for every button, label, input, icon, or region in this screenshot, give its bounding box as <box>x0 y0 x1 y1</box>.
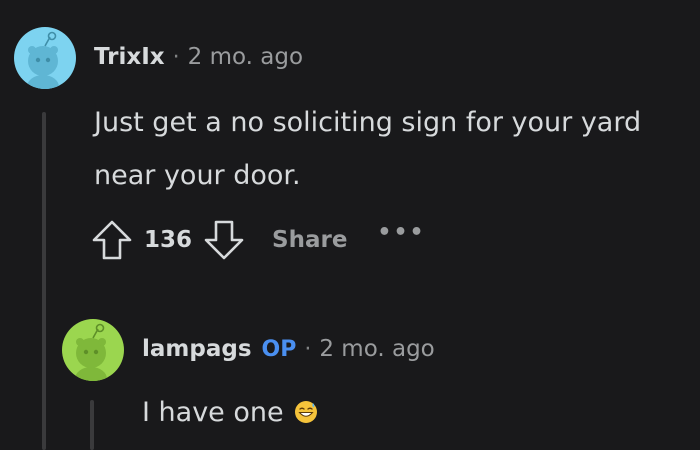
username-lampags[interactable]: lampags <box>142 336 252 362</box>
thread-line-comment-1[interactable] <box>42 112 46 450</box>
comment-1-body: Just get a no soliciting sign for your y… <box>94 96 641 202</box>
username-trixix[interactable]: TrixIx <box>94 44 165 70</box>
thread-line-comment-2[interactable] <box>90 400 94 450</box>
vote-score: 136 <box>144 227 193 253</box>
grinning-sweat-emoji-icon <box>294 389 318 423</box>
meta-separator: · <box>304 337 312 362</box>
upvote-arrow-icon[interactable] <box>90 218 134 262</box>
comment-1-actions: 136 Share ••• <box>90 218 426 262</box>
timestamp[interactable]: 2 mo. ago <box>319 336 434 362</box>
snoo-avatar-icon <box>62 319 124 381</box>
comment-1-body-line-2: near your door. <box>94 160 301 191</box>
comment-2-body-text: I have one <box>142 397 284 428</box>
op-badge: OP <box>261 337 297 362</box>
comment-2-body: I have one <box>142 386 318 439</box>
comment-1-meta: TrixIx · 2 mo. ago <box>94 44 303 70</box>
meta-separator: · <box>172 45 180 70</box>
comment-2-meta: lampags OP · 2 mo. ago <box>142 336 435 362</box>
snoo-avatar-icon <box>14 27 76 89</box>
downvote-arrow-icon[interactable] <box>202 218 246 262</box>
more-options-button[interactable]: ••• <box>377 220 425 245</box>
timestamp[interactable]: 2 mo. ago <box>188 44 303 70</box>
avatar-lampags[interactable] <box>62 319 124 381</box>
comment-thread: TrixIx · 2 mo. ago Just get a no solicit… <box>0 0 700 450</box>
avatar-trixix[interactable] <box>14 27 76 89</box>
comment-1-body-line-1: Just get a no soliciting sign for your y… <box>94 107 642 138</box>
share-button[interactable]: Share <box>272 227 347 253</box>
